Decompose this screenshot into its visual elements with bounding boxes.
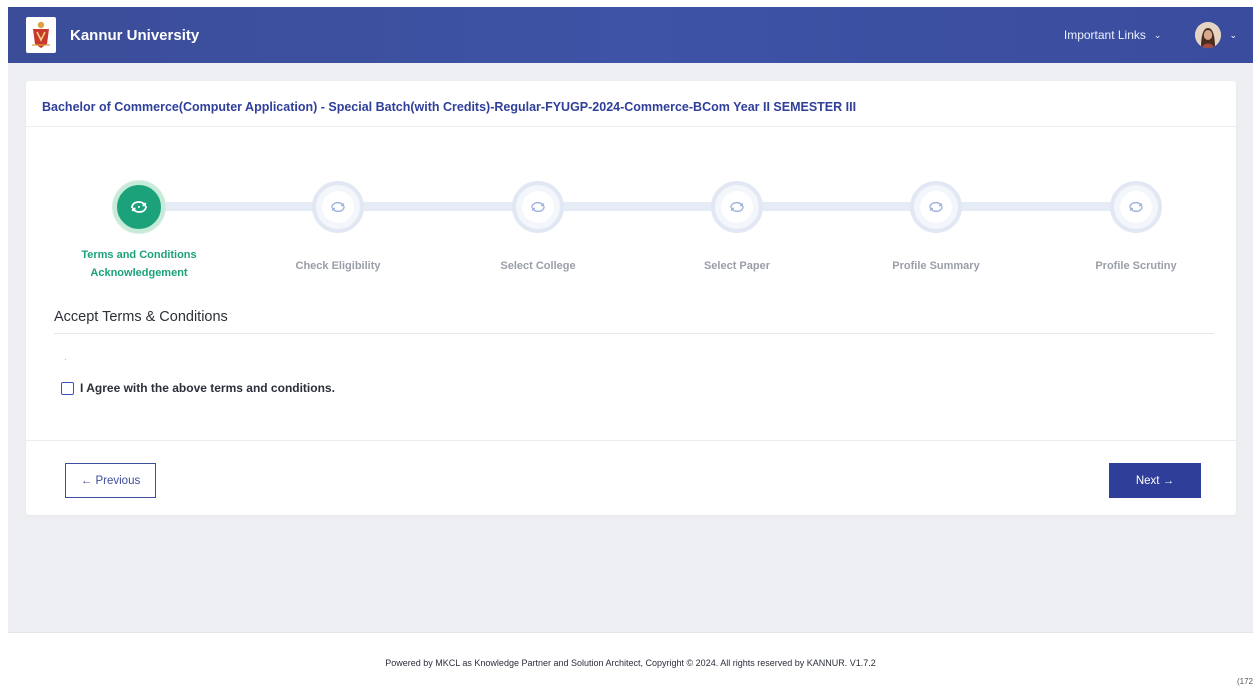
section-title: Accept Terms & Conditions <box>54 309 228 325</box>
next-button[interactable]: Next → <box>1109 463 1201 498</box>
step-circle <box>1110 181 1162 233</box>
divider <box>26 440 1236 441</box>
agree-terms-row[interactable]: I Agree with the above terms and conditi… <box>61 381 335 395</box>
sync-icon <box>1129 201 1143 213</box>
university-emblem-icon <box>32 21 50 48</box>
divider <box>26 126 1236 127</box>
step-label: Terms and Conditions <box>81 249 197 261</box>
step-label-line2: Acknowledgement <box>90 267 188 279</box>
step-label: Select Paper <box>703 260 771 272</box>
agree-label: I Agree with the above terms and conditi… <box>80 381 335 395</box>
sync-icon <box>929 201 943 213</box>
step-check-eligibility[interactable]: Check Eligibility <box>253 181 423 275</box>
brand-name[interactable]: Kannur University <box>70 27 199 44</box>
step-circle <box>312 181 364 233</box>
footer-text: Powered by MKCL as Knowledge Partner and… <box>385 658 876 668</box>
step-circle <box>711 181 763 233</box>
important-links-label: Important Links <box>1063 28 1146 42</box>
chevron-down-icon: ⌄ <box>1153 29 1162 40</box>
chevron-down-icon: ⌄ <box>1229 29 1237 40</box>
sync-icon <box>531 201 545 213</box>
terms-body: . <box>64 352 67 363</box>
step-circle <box>113 181 165 233</box>
course-title: Bachelor of Commerce(Computer Applicatio… <box>42 100 857 114</box>
step-profile-summary[interactable]: Profile Summary <box>851 181 1021 275</box>
app-frame: Kannur University Important Links ⌄ ⌄ Ba… <box>8 7 1253 686</box>
important-links-dropdown[interactable]: Important Links ⌄ <box>1064 28 1162 42</box>
agree-checkbox[interactable] <box>61 381 74 395</box>
sync-icon <box>331 201 345 213</box>
page-footer: Powered by MKCL as Knowledge Partner and… <box>8 632 1253 686</box>
step-circle <box>910 181 962 233</box>
application-card: Bachelor of Commerce(Computer Applicatio… <box>26 81 1236 515</box>
sync-icon <box>131 201 147 213</box>
top-navbar: Kannur University Important Links ⌄ ⌄ <box>8 7 1253 63</box>
previous-button[interactable]: ← Previous <box>65 463 156 498</box>
step-select-college[interactable]: Select College <box>453 181 623 275</box>
step-terms-and-conditions[interactable]: Terms and Conditions Acknowledgement <box>54 181 224 282</box>
university-logo[interactable] <box>26 17 56 53</box>
step-select-paper[interactable]: Select Paper <box>652 181 822 275</box>
user-menu[interactable]: ⌄ <box>1195 22 1237 48</box>
divider <box>54 333 1214 334</box>
step-label: Check Eligibility <box>295 260 381 272</box>
user-avatar-icon <box>1195 22 1222 48</box>
step-circle <box>512 181 564 233</box>
avatar <box>1195 22 1222 48</box>
step-label: Profile Scrutiny <box>1095 260 1177 272</box>
step-label: Profile Summary <box>892 260 980 272</box>
sync-icon <box>730 201 744 213</box>
step-profile-scrutiny[interactable]: Profile Scrutiny <box>1051 181 1221 275</box>
step-label: Select College <box>500 260 576 272</box>
